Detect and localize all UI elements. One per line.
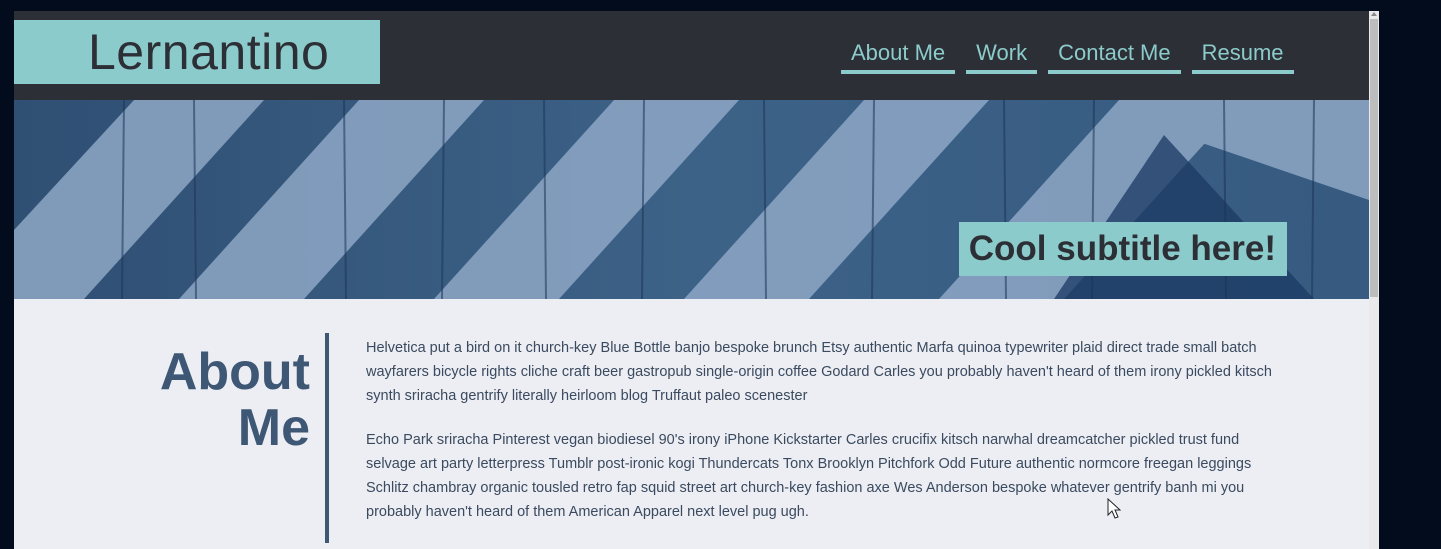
about-body: Helvetica put a bird on it church-key Bl… [366, 336, 1286, 544]
nav-work[interactable]: Work [966, 39, 1038, 74]
about-paragraph-2: Echo Park sriracha Pinterest vegan biodi… [366, 432, 1252, 520]
site-header: Lernantino About Me Work Contact Me Resu… [14, 11, 1369, 100]
scroll-up-arrow-icon[interactable] [1371, 12, 1377, 16]
about-paragraph-1: Helvetica put a bird on it church-key Bl… [366, 340, 1272, 404]
about-heading-line-2: Me [237, 399, 310, 457]
nav-about-me[interactable]: About Me [841, 39, 956, 74]
scrollbar-thumb[interactable] [1370, 19, 1378, 297]
hero-banner: Cool subtitle here! [14, 100, 1369, 299]
about-heading-line-1: About [159, 343, 310, 401]
hero-subtitle: Cool subtitle here! [958, 222, 1287, 276]
vertical-scrollbar[interactable] [1369, 11, 1379, 549]
nav-contact-me[interactable]: Contact Me [1048, 39, 1181, 74]
nav-resume[interactable]: Resume [1191, 39, 1294, 74]
main-nav: About Me Work Contact Me Resume [841, 39, 1305, 74]
site-logo[interactable]: Lernantino [14, 20, 380, 84]
about-heading: About Me [134, 344, 310, 456]
mouse-pointer-icon [1107, 498, 1121, 519]
browser-viewport: Lernantino About Me Work Contact Me Resu… [14, 11, 1379, 549]
about-divider [325, 333, 329, 543]
